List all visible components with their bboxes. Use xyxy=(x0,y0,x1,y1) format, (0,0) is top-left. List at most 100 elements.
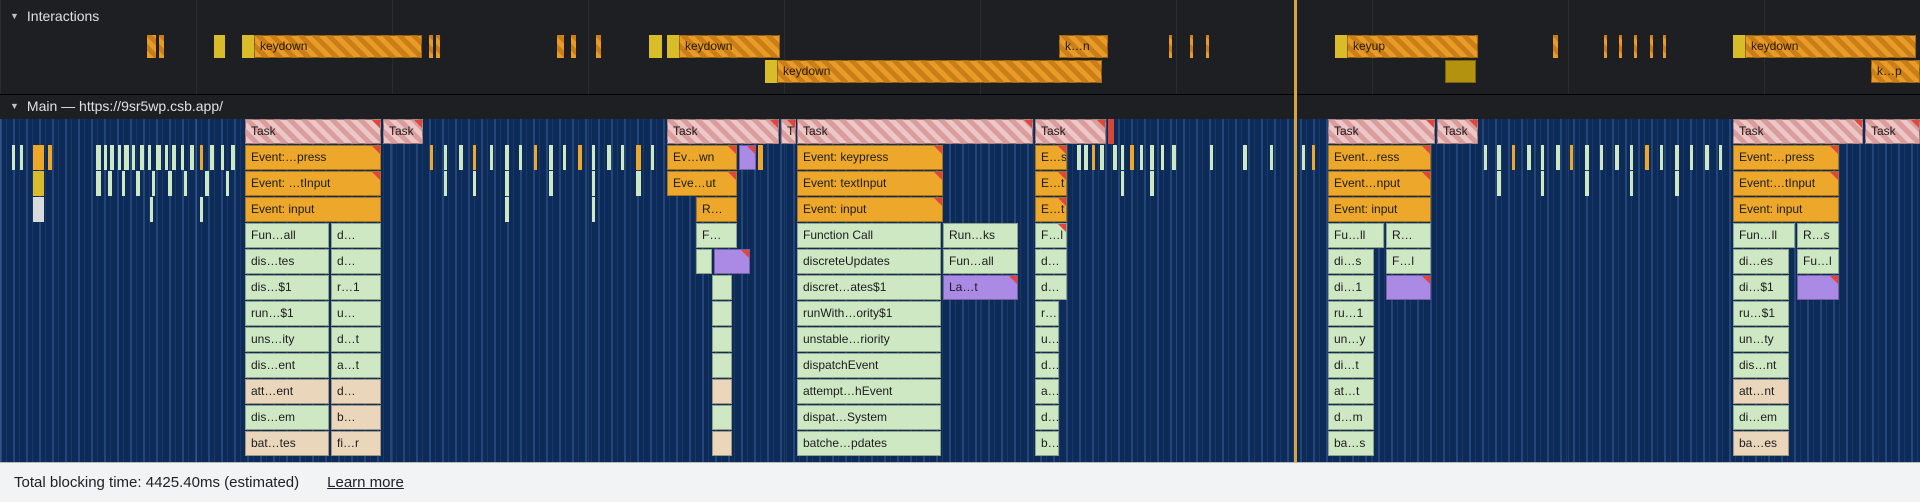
activity-sliver[interactable] xyxy=(140,145,144,170)
learn-more-link[interactable]: Learn more xyxy=(327,474,404,491)
activity-sliver[interactable] xyxy=(739,145,756,170)
activity-sliver[interactable] xyxy=(563,145,566,170)
activity-sliver[interactable] xyxy=(1650,35,1653,58)
activity-sliver[interactable] xyxy=(1113,145,1117,170)
activity-sliver[interactable] xyxy=(1121,145,1124,170)
activity-sliver[interactable] xyxy=(459,145,463,170)
flame-uns-ity[interactable]: uns…ity xyxy=(245,327,329,352)
activity-sliver[interactable] xyxy=(712,275,732,300)
main-flame-chart[interactable]: TaskTaskEvent:…pressEvent: …tInputEvent:… xyxy=(0,119,1920,462)
activity-sliver[interactable] xyxy=(505,145,509,170)
flame-ru-1[interactable]: ru…1 xyxy=(1328,301,1374,326)
activity-sliver[interactable] xyxy=(1270,145,1273,170)
activity-sliver[interactable] xyxy=(96,145,101,170)
flame-dis-em[interactable]: dis…em xyxy=(245,405,329,430)
activity-sliver[interactable] xyxy=(96,171,101,196)
flame-d[interactable]: d… xyxy=(1035,405,1059,430)
flame-at-t[interactable]: at…t xyxy=(1328,379,1374,404)
activity-sliver[interactable] xyxy=(165,145,168,170)
activity-sliver[interactable] xyxy=(1719,145,1722,170)
flame-task[interactable]: Task xyxy=(797,119,1033,144)
activity-sliver[interactable] xyxy=(1092,145,1095,170)
activity-sliver[interactable] xyxy=(172,145,176,170)
activity-sliver[interactable] xyxy=(1386,275,1431,300)
activity-sliver[interactable] xyxy=(667,35,679,58)
flame-r[interactable]: R… xyxy=(696,197,737,222)
flame-event-ress[interactable]: Event…ress xyxy=(1328,145,1431,170)
activity-sliver[interactable] xyxy=(132,145,135,170)
flame-di-1[interactable]: di…1 xyxy=(1328,275,1374,300)
activity-sliver[interactable] xyxy=(549,171,553,196)
flame-eve-ut[interactable]: Eve…ut xyxy=(667,171,737,196)
activity-sliver[interactable] xyxy=(1206,35,1209,58)
activity-sliver[interactable] xyxy=(1645,145,1649,170)
activity-sliver[interactable] xyxy=(242,35,254,58)
activity-sliver[interactable] xyxy=(1077,145,1081,170)
activity-sliver[interactable] xyxy=(1121,171,1124,196)
activity-sliver[interactable] xyxy=(592,145,595,170)
flame-att-nt[interactable]: att…nt xyxy=(1733,379,1789,404)
interaction-keyup[interactable]: keyup xyxy=(1347,35,1478,58)
flame-di-es[interactable]: di…es xyxy=(1733,249,1789,274)
activity-sliver[interactable] xyxy=(1663,35,1666,58)
activity-sliver[interactable] xyxy=(150,197,153,222)
flame-event-keypress[interactable]: Event: keypress xyxy=(797,145,943,170)
flame-dis-nt[interactable]: dis…nt xyxy=(1733,353,1789,378)
flame-run-$1[interactable]: run…$1 xyxy=(245,301,329,326)
activity-sliver[interactable] xyxy=(118,145,121,170)
flame-fi-r[interactable]: fi…r xyxy=(331,431,381,456)
flame-d-t[interactable]: d…t xyxy=(331,327,381,352)
activity-sliver[interactable] xyxy=(1797,275,1839,300)
flame-event-input[interactable]: Event: input xyxy=(245,197,381,222)
flame-event-tinput[interactable]: Event: …tInput xyxy=(245,171,381,196)
activity-sliver[interactable] xyxy=(1733,35,1745,58)
activity-sliver[interactable] xyxy=(765,60,777,83)
flame-batche-pdates[interactable]: batche…pdates xyxy=(797,431,941,456)
activity-sliver[interactable] xyxy=(1660,145,1663,170)
activity-sliver[interactable] xyxy=(444,171,447,196)
flame-f[interactable]: F… xyxy=(696,223,737,248)
activity-sliver[interactable] xyxy=(12,145,15,170)
activity-sliver[interactable] xyxy=(200,197,203,222)
activity-sliver[interactable] xyxy=(184,171,187,196)
flame-attempt-hevent[interactable]: attempt…hEvent xyxy=(797,379,941,404)
activity-sliver[interactable] xyxy=(1541,145,1544,170)
activity-sliver[interactable] xyxy=(436,35,440,58)
activity-sliver[interactable] xyxy=(156,145,161,170)
flame-un-y[interactable]: un…y xyxy=(1328,327,1374,352)
flame-ba-s[interactable]: ba…s xyxy=(1328,431,1374,456)
activity-sliver[interactable] xyxy=(1243,145,1247,170)
activity-sliver[interactable] xyxy=(429,35,433,58)
interactions-flame-area[interactable]: keydownkeydownk…nkeyupkeydownkeydownk…p xyxy=(0,0,1920,94)
flame-run-ks[interactable]: Run…ks xyxy=(943,223,1018,248)
flame-d-t[interactable]: d…t xyxy=(1035,353,1059,378)
activity-sliver[interactable] xyxy=(159,35,164,58)
activity-sliver[interactable] xyxy=(1541,171,1544,196)
flame-task[interactable]: Task xyxy=(1035,119,1106,144)
flame-la-t[interactable]: La…t xyxy=(943,275,1018,300)
activity-sliver[interactable] xyxy=(1630,171,1633,196)
flame-ru-$1[interactable]: ru…$1 xyxy=(1733,301,1789,326)
activity-sliver[interactable] xyxy=(549,145,553,170)
activity-sliver[interactable] xyxy=(473,171,476,196)
activity-sliver[interactable] xyxy=(1585,171,1589,196)
activity-sliver[interactable] xyxy=(1690,145,1693,170)
flame-discret-ates$1[interactable]: discret…ates$1 xyxy=(797,275,941,300)
activity-sliver[interactable] xyxy=(651,145,654,170)
flame-fun-all[interactable]: Fun…all xyxy=(943,249,1018,274)
activity-sliver[interactable] xyxy=(1150,145,1154,170)
activity-sliver[interactable] xyxy=(1619,35,1622,58)
activity-sliver[interactable] xyxy=(1190,35,1193,58)
activity-sliver[interactable] xyxy=(490,145,493,170)
activity-sliver[interactable] xyxy=(1615,145,1619,170)
activity-sliver[interactable] xyxy=(20,145,23,170)
activity-sliver[interactable] xyxy=(1312,145,1315,170)
activity-sliver[interactable] xyxy=(712,327,732,352)
flame-runwith-ority$1[interactable]: runWith…ority$1 xyxy=(797,301,941,326)
activity-sliver[interactable] xyxy=(214,35,225,58)
activity-sliver[interactable] xyxy=(1150,171,1154,196)
activity-sliver[interactable] xyxy=(226,171,229,196)
flame-dis-$1[interactable]: dis…$1 xyxy=(245,275,329,300)
activity-sliver[interactable] xyxy=(712,353,732,378)
flame-di-em[interactable]: di…em xyxy=(1733,405,1789,430)
